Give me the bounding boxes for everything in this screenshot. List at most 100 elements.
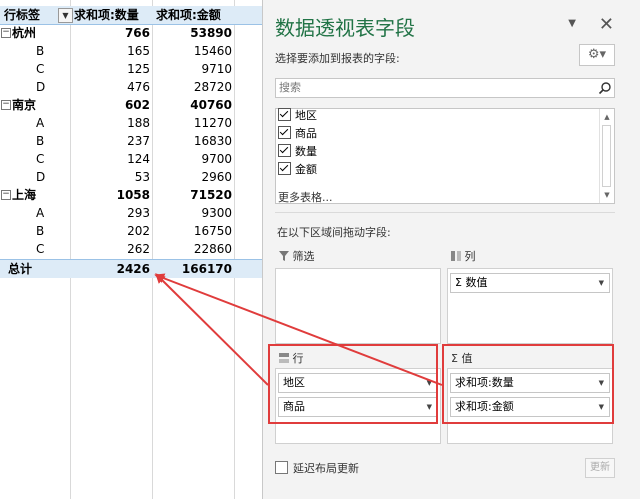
- item-row[interactable]: B 202 16750: [0, 222, 262, 240]
- header-qty: 求和项:数量: [74, 8, 139, 22]
- item-amt: 9700: [201, 152, 232, 166]
- scroll-up-icon[interactable]: ▲: [600, 111, 614, 123]
- choose-fields-label: 选择要添加到报表的字段:: [275, 52, 400, 65]
- group-qty: 1058: [116, 188, 150, 202]
- rows-highlight-box: [268, 344, 438, 424]
- item-qty: 476: [127, 80, 150, 94]
- item-amt: 11270: [193, 116, 232, 130]
- checkbox-checked-icon[interactable]: [278, 144, 291, 157]
- item-qty: 293: [127, 206, 150, 220]
- item-row[interactable]: D 476 28720: [0, 78, 262, 96]
- field-item[interactable]: 数量: [278, 143, 317, 161]
- total-amt: 166170: [181, 262, 232, 276]
- group-qty: 766: [124, 26, 150, 40]
- item-qty: 165: [127, 44, 150, 58]
- search-placeholder: 搜索: [279, 81, 301, 94]
- values-highlight-box: [442, 344, 614, 424]
- item-row[interactable]: B 165 15460: [0, 42, 262, 60]
- filter-area-header: 筛选: [279, 248, 315, 266]
- chevron-down-icon[interactable]: ▼: [599, 274, 604, 292]
- region-label: 南京: [12, 98, 37, 112]
- defer-layout-option[interactable]: 延迟布局更新: [275, 460, 359, 476]
- total-label: 总计: [8, 262, 33, 276]
- item-amt: 22860: [193, 242, 232, 256]
- item-amt: 9710: [201, 62, 232, 76]
- row-label-text: 行标签: [4, 8, 41, 22]
- scroll-down-icon[interactable]: ▼: [600, 189, 614, 201]
- filter-dropdown-icon[interactable]: ▼: [58, 8, 73, 23]
- divider: [275, 212, 615, 213]
- item-qty: 237: [127, 134, 150, 148]
- field-list-scrollbar[interactable]: ▲ ▼: [599, 109, 614, 203]
- group-row[interactable]: − 上海 1058 71520: [0, 186, 262, 204]
- drag-fields-hint: 在以下区域间拖动字段:: [277, 226, 391, 239]
- pivot-header-row: 行标签 ▼ 求和项:数量 求和项:金额: [0, 6, 262, 25]
- search-input[interactable]: 搜索: [275, 78, 615, 98]
- update-button[interactable]: 更新: [585, 458, 615, 478]
- checkbox-unchecked-icon[interactable]: [275, 461, 288, 474]
- item-row[interactable]: C 262 22860: [0, 240, 262, 258]
- close-icon[interactable]: ✕: [599, 14, 614, 35]
- checkbox-checked-icon[interactable]: [278, 108, 291, 121]
- group-qty: 602: [124, 98, 150, 112]
- columns-area-header: 列: [451, 248, 476, 266]
- collapse-icon[interactable]: −: [1, 100, 11, 110]
- item-row[interactable]: A 293 9300: [0, 204, 262, 222]
- item-qty: 124: [127, 152, 150, 166]
- defer-label: 延迟布局更新: [293, 462, 359, 475]
- row-label-header: 行标签 ▼: [2, 6, 73, 24]
- field-label: 金额: [295, 163, 317, 176]
- item-amt: 2960: [201, 170, 232, 184]
- item-amt: 16750: [193, 224, 232, 238]
- item-amt: 28720: [193, 80, 232, 94]
- collapse-icon[interactable]: −: [1, 190, 11, 200]
- grand-total-row[interactable]: 总计 2426 166170: [0, 259, 262, 278]
- columns-area-dropzone[interactable]: Σ 数值 ▼: [447, 268, 613, 344]
- item-row[interactable]: B 237 16830: [0, 132, 262, 150]
- columns-icon: [451, 251, 461, 261]
- filter-icon: [279, 251, 289, 261]
- field-item[interactable]: 地区: [278, 107, 317, 125]
- region-label: 杭州: [12, 26, 37, 40]
- group-amt: 40760: [190, 98, 232, 112]
- gear-icon[interactable]: ⚙▾: [579, 44, 615, 66]
- field-item[interactable]: 商品: [278, 125, 317, 143]
- group-row[interactable]: − 南京 602 40760: [0, 96, 262, 114]
- columns-area-title: 列: [464, 250, 476, 263]
- item-row[interactable]: A 188 11270: [0, 114, 262, 132]
- header-amt: 求和项:金额: [156, 8, 221, 22]
- checkbox-checked-icon[interactable]: [278, 126, 291, 139]
- field-item[interactable]: 金额: [278, 161, 317, 179]
- item-row[interactable]: D 53 2960: [0, 168, 262, 186]
- group-amt: 53890: [190, 26, 232, 40]
- item-amt: 16830: [193, 134, 232, 148]
- item-row[interactable]: C 124 9700: [0, 150, 262, 168]
- group-row[interactable]: − 杭州 766 53890: [0, 24, 262, 42]
- item-qty: 53: [134, 170, 150, 184]
- item-qty: 188: [127, 116, 150, 130]
- pivot-fields-pane: 数据透视表字段 ▼ ✕ 选择要添加到报表的字段: ⚙▾ 搜索 地区 商品 数量 …: [262, 0, 640, 499]
- total-qty: 2426: [116, 262, 150, 276]
- field-label: 地区: [295, 109, 317, 122]
- item-amt: 15460: [193, 44, 232, 58]
- item-amt: 9300: [201, 206, 232, 220]
- pane-title: 数据透视表字段: [275, 16, 415, 40]
- region-label: 上海: [12, 188, 37, 202]
- item-qty: 202: [127, 224, 150, 238]
- columns-field-pill[interactable]: Σ 数值 ▼: [450, 273, 610, 293]
- search-icon[interactable]: [598, 81, 612, 95]
- filter-area-title: 筛选: [292, 250, 315, 263]
- item-row[interactable]: C 125 9710: [0, 60, 262, 78]
- field-label: 数量: [295, 145, 317, 158]
- pane-menu-icon[interactable]: ▼: [568, 18, 576, 29]
- checkbox-checked-icon[interactable]: [278, 162, 291, 175]
- item-qty: 262: [127, 242, 150, 256]
- spreadsheet-grid[interactable]: 行标签 ▼ 求和项:数量 求和项:金额 − 杭州 766 53890 B 165…: [0, 0, 262, 499]
- item-qty: 125: [127, 62, 150, 76]
- scroll-thumb[interactable]: [602, 125, 611, 187]
- filter-area-dropzone[interactable]: [275, 268, 441, 344]
- more-tables-link[interactable]: 更多表格...: [278, 189, 333, 205]
- collapse-icon[interactable]: −: [1, 28, 11, 38]
- field-list: 地区 商品 数量 金额 更多表格... ▲ ▼: [275, 108, 615, 204]
- pill-label: Σ 数值: [455, 276, 488, 289]
